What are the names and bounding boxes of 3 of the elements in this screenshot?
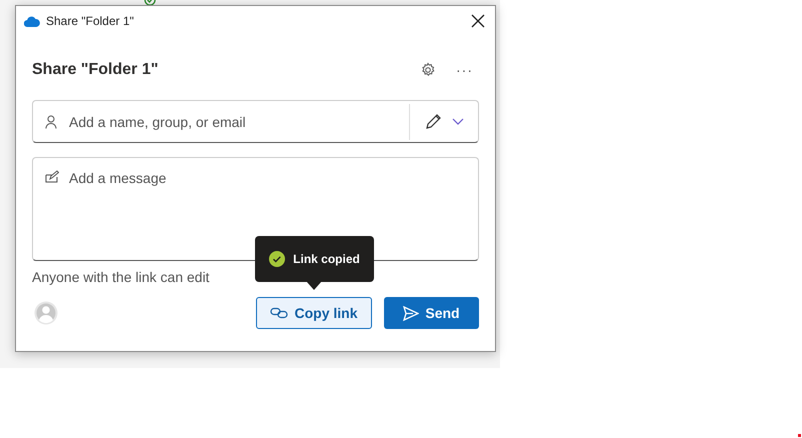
dialog-heading: Share "Folder 1": [32, 61, 160, 79]
link-copied-tooltip: Link copied: [255, 236, 374, 282]
window-title: Share "Folder 1": [46, 14, 135, 28]
